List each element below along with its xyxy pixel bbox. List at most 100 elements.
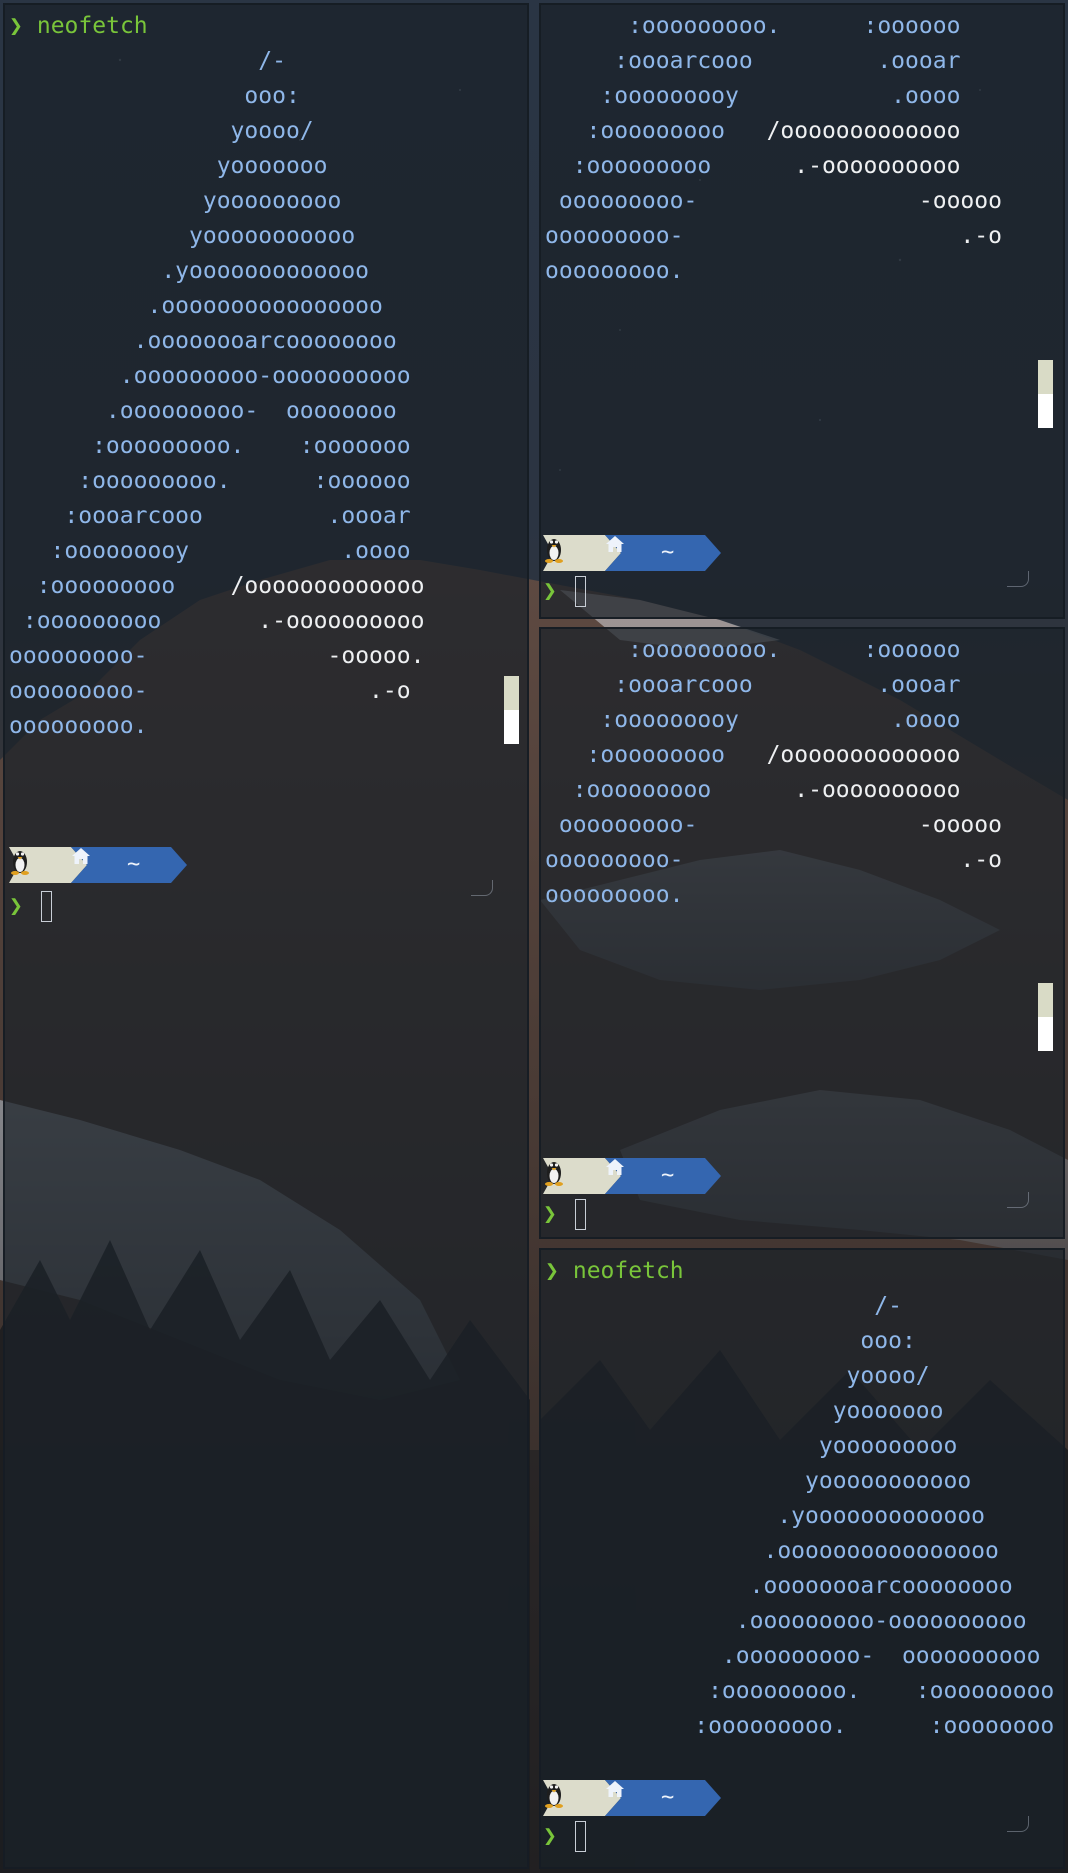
scroll-thumb[interactable] bbox=[1038, 983, 1053, 1017]
current-directory: ~ bbox=[127, 852, 141, 877]
ascii-logo-line: ooooooooo- .-o bbox=[9, 674, 521, 709]
ascii-logo-text: :ooooooooo. :oooooo bbox=[9, 468, 411, 494]
ascii-logo-text: :ooooooooo. :ooooooo bbox=[9, 433, 411, 459]
scroll-thumb[interactable] bbox=[1038, 360, 1053, 394]
ascii-logo-text: .oooooooarcoooooooo bbox=[9, 328, 397, 354]
terminal-pane-top-right[interactable]: :ooooooooo. :oooooo :oooarcooo .oooar :o… bbox=[539, 3, 1065, 619]
command-line: ❯ neofetch bbox=[9, 9, 521, 44]
ascii-logo-line: .yooooooooooooo bbox=[625, 1499, 1063, 1534]
home-icon bbox=[606, 1159, 624, 1175]
ascii-logo-line: /- bbox=[625, 1289, 1063, 1324]
ascii-logo-text: ooooooooo. bbox=[545, 258, 684, 284]
ascii-logo-line: .oooooooarcoooooooo bbox=[9, 324, 521, 359]
ascii-logo-line: yooooooooo bbox=[9, 184, 521, 219]
prompt-arrow-icon: ❯ bbox=[543, 1823, 557, 1849]
ascii-logo-line: :oooarcooo .oooar bbox=[9, 499, 521, 534]
ascii-logo-text: ooooooooo- bbox=[545, 847, 961, 873]
text-cursor bbox=[575, 1199, 586, 1230]
ascii-logo-text: yooooooo bbox=[9, 153, 328, 179]
terminal-pane-bottom-right[interactable]: ❯ neofetch /- ooo: yoooo/ yooooooo yooooo… bbox=[539, 1248, 1065, 1869]
resize-grip[interactable] bbox=[1007, 1816, 1029, 1832]
ascii-logo-text: .yooooooooooooo bbox=[625, 1503, 986, 1529]
ascii-logo-line: :ooooooooo. :oooooo bbox=[9, 464, 521, 499]
prompt-arrow-icon: ❯ bbox=[9, 13, 23, 39]
ascii-logo-line: :ooooooooy .oooo bbox=[545, 79, 1057, 114]
ascii-logo-line: ooooooooo- .-o bbox=[545, 843, 1057, 878]
ascii-logo-text-highlight: .-oooooooooo bbox=[258, 608, 425, 634]
ascii-logo-text-highlight: /ooooooooooooo bbox=[766, 742, 961, 768]
ascii-logo-text: :ooooooooo bbox=[545, 153, 795, 179]
ascii-logo-text: :oooarcooo .oooar bbox=[9, 503, 411, 529]
ascii-logo-text: :ooooooooo bbox=[545, 118, 767, 144]
command-line: ❯ neofetch bbox=[545, 1254, 1057, 1289]
ascii-logo-text: ooooooooo- bbox=[9, 678, 370, 704]
ascii-logo-line: :ooooooooo. :oooooo bbox=[545, 633, 1057, 668]
ascii-logo-text: .ooooooooo-oooooooooo bbox=[625, 1608, 1027, 1634]
scroll-indicator[interactable] bbox=[504, 676, 519, 744]
ascii-logo-text: ooooooooo- bbox=[545, 188, 919, 214]
ascii-logo-text-highlight: -ooooo bbox=[918, 188, 1002, 214]
ascii-logo-line: :ooooooooo. :ooooooooo bbox=[625, 1674, 1063, 1709]
ascii-logo-line: yooooooooooo bbox=[625, 1464, 1063, 1499]
scroll-indicator[interactable] bbox=[1038, 983, 1053, 1051]
prompt-arrow-icon: ❯ bbox=[543, 578, 557, 604]
ascii-logo-text: .ooooooooo- oooooooo bbox=[9, 398, 397, 424]
ascii-logo-line: .ooooooooo-oooooooooo bbox=[625, 1604, 1063, 1639]
ascii-logo-line: .ooooooooo-oooooooooo bbox=[9, 359, 521, 394]
ascii-logo-text-highlight: .-oooooooooo bbox=[794, 777, 961, 803]
terminal-pane-middle-right[interactable]: :ooooooooo. :oooooo :oooarcooo .oooar :o… bbox=[539, 627, 1065, 1239]
prompt-arrow-icon: ❯ bbox=[543, 1201, 557, 1227]
ascii-logo-line: :ooooooooo .-oooooooooo bbox=[545, 773, 1057, 808]
ascii-logo-line: :oooarcooo .oooar bbox=[545, 668, 1057, 703]
ascii-logo-line: ooooooooo- .-o bbox=[545, 219, 1057, 254]
home-icon bbox=[606, 536, 624, 552]
ascii-logo-line: yoooo/ bbox=[9, 114, 521, 149]
ascii-logo-text: .yooooooooooooo bbox=[9, 258, 370, 284]
resize-grip[interactable] bbox=[471, 880, 493, 896]
terminal-pane-left[interactable]: ❯ neofetch /- ooo: yoooo/ yooooooo yooooo… bbox=[3, 3, 529, 1869]
ascii-logo-line: .yooooooooooooo bbox=[9, 254, 521, 289]
ascii-logo-line: yooooooo bbox=[9, 149, 521, 184]
scroll-thumb[interactable] bbox=[504, 676, 519, 710]
ascii-logo-text-highlight: /ooooooooooooo bbox=[230, 573, 425, 599]
ascii-logo-line: ooo: bbox=[625, 1324, 1063, 1359]
ascii-logo-line: .oooooooarcoooooooo bbox=[625, 1569, 1063, 1604]
ascii-logo-text: :ooooooooo bbox=[545, 777, 795, 803]
desktop: ❯ neofetch /- ooo: yoooo/ yooooooo yooooo… bbox=[0, 0, 1068, 1873]
ascii-logo: /- ooo: yoooo/ yooooooo yooooooooo yoooo… bbox=[625, 1289, 1063, 1744]
current-directory: ~ bbox=[661, 540, 675, 565]
home-icon bbox=[606, 1781, 624, 1797]
text-cursor bbox=[41, 891, 52, 922]
ascii-logo-text: .oooooooarcoooooooo bbox=[625, 1573, 1013, 1599]
tux-icon bbox=[545, 1784, 563, 1808]
resize-grip[interactable] bbox=[1007, 1192, 1029, 1208]
ascii-logo-text: ooooooooo- bbox=[545, 223, 961, 249]
ascii-logo-text: .ooooooooo-oooooooooo bbox=[9, 363, 411, 389]
ascii-logo-text: :ooooooooo. :oooooo bbox=[545, 13, 961, 39]
current-directory: ~ bbox=[661, 1163, 675, 1188]
ascii-logo-line: .ooooooooo- oooooooo bbox=[9, 394, 521, 429]
ascii-logo-line: :ooooooooo /ooooooooooooo bbox=[545, 114, 1057, 149]
ascii-logo-text: :ooooooooy .oooo bbox=[545, 707, 961, 733]
ascii-logo-text: :ooooooooo bbox=[9, 573, 231, 599]
home-icon bbox=[72, 848, 90, 864]
prompt-path-segment: ~ bbox=[605, 1780, 723, 1816]
prompt-path-segment: ~ bbox=[605, 535, 723, 571]
terminal-output: ❯ neofetch /- ooo: yoooo/ yooooooo yooooo… bbox=[9, 9, 521, 744]
resize-grip[interactable] bbox=[1007, 571, 1029, 587]
ascii-logo-text: :ooooooooo. :ooooooooo bbox=[625, 1678, 1055, 1704]
ascii-logo-line: ooooooooo. bbox=[545, 878, 1057, 913]
ascii-logo-line: :oooarcooo .oooar bbox=[545, 44, 1057, 79]
ascii-logo-text: ooooooooo. bbox=[545, 882, 684, 908]
tux-icon bbox=[545, 539, 563, 563]
ascii-logo-text: .oooooooooooooooo bbox=[9, 293, 383, 319]
ascii-logo-text-highlight: -ooooo bbox=[918, 812, 1002, 838]
ascii-logo-text-highlight: -ooooo. bbox=[327, 643, 425, 669]
ascii-logo-text: ooo: bbox=[625, 1328, 916, 1354]
ascii-logo-line: ooooooooo- -ooooo bbox=[545, 184, 1057, 219]
scroll-indicator[interactable] bbox=[1038, 360, 1053, 428]
ascii-logo-line: yoooo/ bbox=[625, 1359, 1063, 1394]
ascii-logo-line: :ooooooooy .oooo bbox=[545, 703, 1057, 738]
ascii-logo-text: :ooooooooo bbox=[545, 742, 767, 768]
ascii-logo-text-highlight: .-o bbox=[960, 847, 1002, 873]
